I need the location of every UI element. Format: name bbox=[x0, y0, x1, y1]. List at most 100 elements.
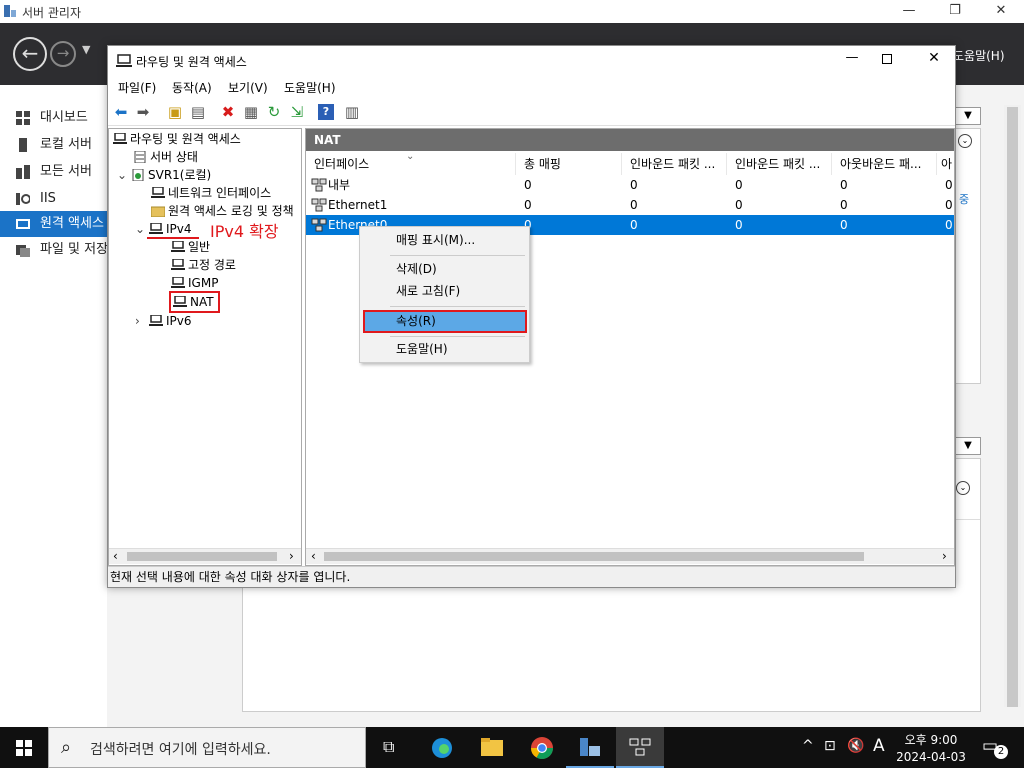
windows-logo-icon bbox=[16, 740, 32, 756]
expand-circle-icon[interactable]: ⌄ bbox=[958, 134, 972, 148]
help-icon[interactable]: ? bbox=[318, 104, 334, 120]
sidebar-item-file-storage[interactable]: 파일 및 저장소 서비스 bbox=[0, 237, 107, 263]
column-header-inbound-1[interactable]: 인바운드 패킷 ... bbox=[622, 153, 727, 175]
server-manager-icon bbox=[4, 5, 16, 17]
chevron-right-icon[interactable]: › bbox=[135, 312, 149, 330]
main-scrollbar[interactable] bbox=[1004, 105, 1021, 707]
volume-muted-icon[interactable]: 🔇 bbox=[847, 738, 864, 754]
show-hidden-icons-icon[interactable]: ^ bbox=[802, 738, 814, 754]
tree-item-static-routes[interactable]: 고정 경로 bbox=[171, 256, 236, 274]
tree-item-network-interfaces[interactable]: 네트워크 인터페이스 bbox=[151, 184, 271, 202]
server-manager-titlebar: 서버 관리자 — ❐ ✕ bbox=[0, 0, 1024, 23]
server-status-icon bbox=[134, 151, 146, 163]
ipv6-icon bbox=[149, 315, 163, 326]
tree-item-ipv6[interactable]: › IPv6 bbox=[135, 312, 192, 330]
taskbar-server-manager[interactable] bbox=[566, 727, 614, 768]
column-header-inbound-2[interactable]: 인바운드 패킷 ... bbox=[727, 153, 832, 175]
tree-item-server[interactable]: ⌄ SVR1(로컬) bbox=[117, 166, 211, 184]
sidebar-item-all-servers[interactable]: 모든 서버 bbox=[0, 159, 107, 185]
taskbar-edge[interactable] bbox=[418, 727, 466, 768]
start-button[interactable] bbox=[0, 727, 48, 768]
sidebar-item-dashboard[interactable]: 대시보드 bbox=[0, 105, 107, 131]
ime-indicator[interactable]: A bbox=[873, 736, 885, 756]
close-button[interactable]: ✕ bbox=[978, 0, 1024, 23]
tree-item-ipv4[interactable]: ⌄ IPv4 bbox=[135, 220, 192, 238]
taskbar-file-explorer[interactable] bbox=[468, 727, 516, 768]
details-pane-title: NAT bbox=[306, 129, 954, 151]
column-header-total-mappings[interactable]: 총 매핑 bbox=[516, 153, 622, 175]
menu-item-properties[interactable]: 속성(R) bbox=[363, 310, 527, 333]
minimize-button[interactable]: — bbox=[886, 0, 932, 23]
rras-app-icon bbox=[116, 54, 132, 67]
chevron-down-icon[interactable]: ⌄ bbox=[135, 220, 149, 238]
network-icon[interactable]: ⊡ bbox=[824, 738, 836, 754]
tree-item-server-status[interactable]: 서버 상태 bbox=[133, 148, 198, 166]
properties-icon[interactable]: ▦ bbox=[241, 102, 261, 122]
list-hscrollbar[interactable]: ‹ › bbox=[306, 548, 954, 564]
general-icon bbox=[171, 241, 185, 252]
restore-button[interactable]: ❐ bbox=[932, 0, 978, 23]
export-icon[interactable]: ⇲ bbox=[287, 102, 307, 122]
network-interface-icon bbox=[151, 187, 165, 198]
column-header-more[interactable]: 아 bbox=[937, 153, 954, 175]
igmp-icon bbox=[171, 277, 185, 288]
local-server-icon bbox=[19, 138, 27, 152]
rras-maximize-button[interactable] bbox=[878, 50, 896, 68]
table-row[interactable]: Ethernet1 0 0 0 0 0 bbox=[306, 195, 954, 215]
history-dropdown-icon[interactable]: ▼ bbox=[82, 43, 90, 56]
help-menu[interactable]: 도움말(H) bbox=[953, 47, 1005, 64]
task-view-button[interactable]: ⧉ bbox=[368, 727, 416, 768]
menu-item-refresh[interactable]: 새로 고침(F) bbox=[362, 280, 527, 302]
menu-item-show-mappings[interactable]: 매핑 표시(M)... bbox=[362, 229, 527, 251]
expand-circle-icon[interactable]: ⌄ bbox=[956, 481, 970, 495]
menu-action[interactable]: 동작(A) bbox=[172, 79, 212, 96]
up-folder-icon[interactable]: ▣ bbox=[165, 102, 185, 122]
tree-item-general[interactable]: 일반 bbox=[171, 238, 210, 256]
menu-item-help[interactable]: 도움말(H) bbox=[362, 338, 527, 360]
forward-arrow-icon[interactable]: ➡ bbox=[133, 102, 153, 122]
delete-icon[interactable]: ✖ bbox=[218, 102, 238, 122]
sidebar-item-local-server[interactable]: 로컬 서버 bbox=[0, 132, 107, 158]
sidebar-item-remote-access[interactable]: 원격 액세스 bbox=[0, 211, 107, 237]
back-arrow-icon[interactable]: ⬅ bbox=[111, 102, 131, 122]
menu-item-delete[interactable]: 삭제(D) bbox=[362, 258, 527, 280]
rras-close-button[interactable]: ✕ bbox=[924, 50, 944, 66]
tree-item-rras-root[interactable]: 라우팅 및 원격 액세스 bbox=[113, 130, 241, 148]
back-button[interactable]: ← bbox=[13, 37, 47, 71]
menu-separator bbox=[390, 336, 525, 337]
tree-item-igmp[interactable]: IGMP bbox=[171, 274, 218, 292]
notification-center[interactable]: ▭ 2 bbox=[978, 736, 1008, 760]
console-icon[interactable]: ▥ bbox=[342, 102, 362, 122]
dashboard-icon bbox=[16, 111, 30, 125]
taskbar-search-box[interactable]: ⌕ 검색하려면 여기에 입력하세요. bbox=[48, 727, 366, 768]
search-placeholder: 검색하려면 여기에 입력하세요. bbox=[90, 742, 271, 758]
interface-icon bbox=[311, 178, 327, 192]
dropdown-toggle-2[interactable]: ▼ bbox=[955, 437, 981, 455]
window-title: 서버 관리자 bbox=[22, 6, 82, 20]
tree-hscrollbar[interactable]: ‹ › bbox=[109, 548, 301, 564]
iis-icon bbox=[16, 193, 30, 205]
sidebar-item-iis[interactable]: IIS bbox=[0, 186, 107, 212]
menu-separator bbox=[390, 255, 525, 256]
forward-button[interactable]: → bbox=[50, 41, 76, 67]
dropdown-toggle-1[interactable]: ▼ bbox=[955, 107, 981, 125]
refresh-icon[interactable]: ↻ bbox=[264, 102, 284, 122]
sort-indicator-icon: ⌄ bbox=[406, 151, 415, 162]
rras-minimize-button[interactable]: — bbox=[840, 50, 864, 65]
ipv4-annotation: IPv4 확장 bbox=[210, 222, 279, 241]
menu-file[interactable]: 파일(F) bbox=[118, 79, 156, 96]
notification-badge: 2 bbox=[994, 745, 1008, 759]
clock[interactable]: 오후 9:00 2024-04-03 bbox=[894, 731, 968, 764]
context-menu: 매핑 표시(M)... 삭제(D) 새로 고침(F) 속성(R) 도움말(H) bbox=[359, 226, 530, 363]
tree-item-nat[interactable]: NAT bbox=[169, 291, 220, 313]
interface-icon bbox=[311, 198, 327, 212]
taskbar-chrome[interactable] bbox=[518, 727, 566, 768]
menu-help[interactable]: 도움말(H) bbox=[284, 79, 336, 96]
column-header-outbound[interactable]: 아웃바운드 패... bbox=[832, 153, 937, 175]
table-row[interactable]: 내부 0 0 0 0 0 bbox=[306, 175, 954, 195]
taskbar-rras[interactable] bbox=[616, 727, 664, 768]
menu-view[interactable]: 보기(V) bbox=[228, 79, 268, 96]
rras-root-icon bbox=[113, 133, 127, 144]
chevron-down-icon[interactable]: ⌄ bbox=[117, 166, 131, 184]
show-hide-tree-icon[interactable]: ▤ bbox=[188, 102, 208, 122]
